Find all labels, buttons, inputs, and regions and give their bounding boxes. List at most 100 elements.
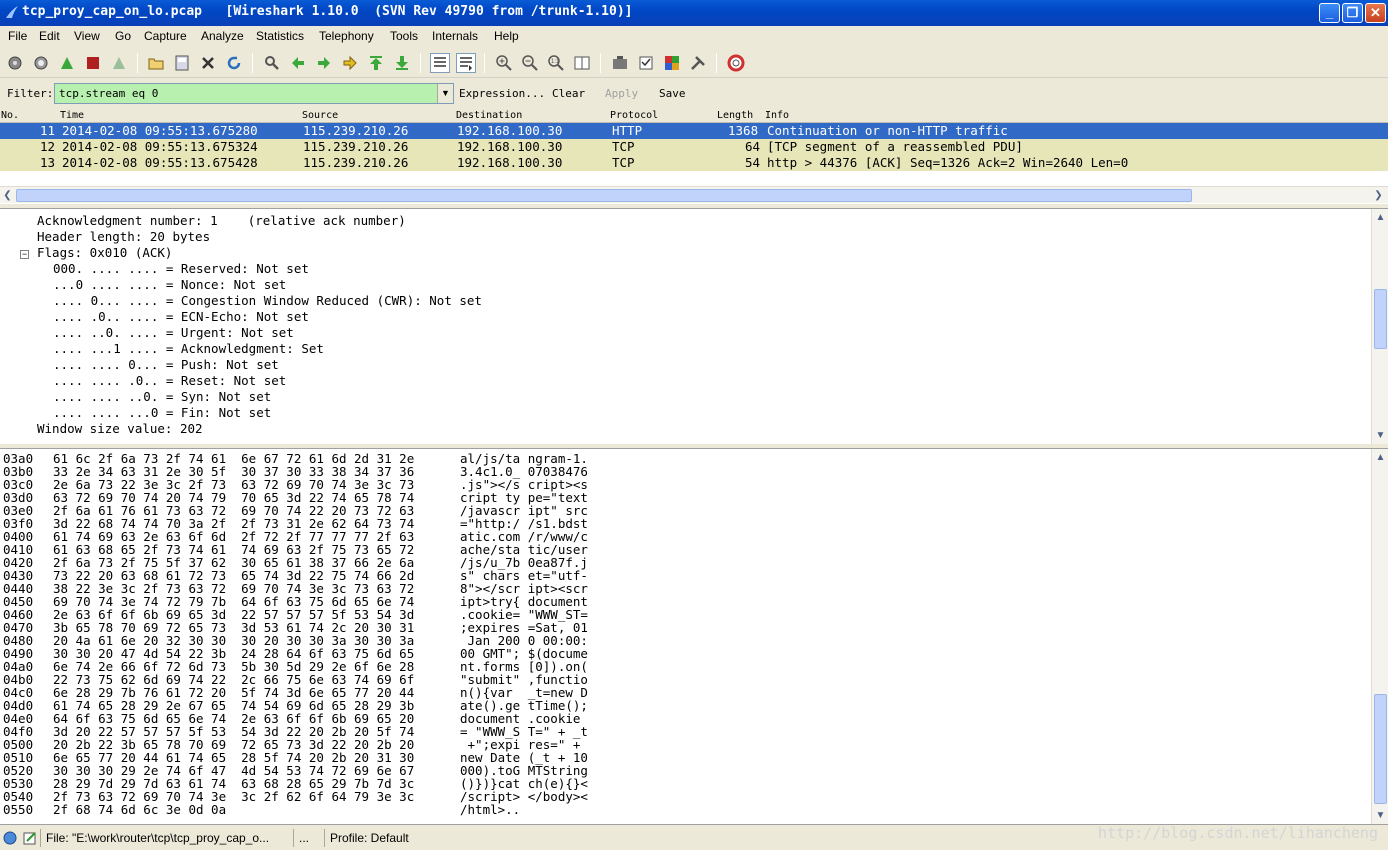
zoom-in-icon[interactable]: [494, 53, 514, 73]
preferences-icon[interactable]: [688, 53, 708, 73]
collapse-icon[interactable]: −: [20, 250, 29, 259]
watermark: http://blog.csdn.net/lihancheng: [1098, 824, 1378, 842]
save-filter-button[interactable]: Save: [659, 87, 686, 100]
flag-ack[interactable]: .... ...1 .... = Acknowledgment: Set: [53, 341, 324, 357]
flag-urgent[interactable]: .... ..0. .... = Urgent: Not set: [53, 325, 294, 341]
scroll-down-icon[interactable]: ▼: [1373, 808, 1388, 823]
scroll-down-icon[interactable]: ▼: [1373, 428, 1388, 443]
interfaces-icon[interactable]: [5, 53, 25, 73]
capture-comments-icon[interactable]: [22, 830, 38, 846]
flag-reset[interactable]: .... .... .0.. = Reset: Not set: [53, 373, 286, 389]
horizontal-scrollbar[interactable]: ❮ ❯: [0, 186, 1388, 203]
filter-input[interactable]: tcp.stream eq 0 ▼: [54, 83, 454, 104]
col-length[interactable]: Length: [717, 110, 753, 121]
save-file-icon[interactable]: [172, 53, 192, 73]
menu-internals[interactable]: Internals: [432, 29, 478, 43]
capture-filters-icon[interactable]: [610, 53, 630, 73]
bytes-scrollbar[interactable]: ▲ ▼: [1371, 449, 1388, 824]
go-to-packet-icon[interactable]: [340, 53, 360, 73]
scroll-right-icon[interactable]: ❯: [1371, 188, 1386, 203]
go-last-icon[interactable]: [392, 53, 412, 73]
col-protocol[interactable]: Protocol: [610, 110, 658, 121]
table-row[interactable]: 11 2014-02-08 09:55:13.675280 115.239.21…: [0, 123, 1388, 139]
flag-push[interactable]: .... .... 0... = Push: Not set: [53, 357, 279, 373]
packet-bytes: ▲ ▼ 03a0 61 6c 2f 6a 73 2f 74 61 6e 67 72…: [0, 448, 1388, 824]
menu-edit[interactable]: Edit: [39, 29, 60, 43]
scroll-up-icon[interactable]: ▲: [1373, 210, 1388, 225]
help-icon[interactable]: [726, 53, 746, 73]
apply-button[interactable]: Apply: [605, 87, 638, 100]
table-row[interactable]: 12 2014-02-08 09:55:13.675324 115.239.21…: [0, 139, 1388, 155]
maximize-button[interactable]: ❐: [1342, 3, 1363, 23]
expert-info-icon[interactable]: [2, 830, 18, 846]
start-capture-icon[interactable]: [57, 53, 77, 73]
col-info[interactable]: Info: [765, 110, 789, 121]
chevron-down-icon[interactable]: ▼: [437, 84, 453, 103]
menu-file[interactable]: File: [8, 29, 27, 43]
stop-capture-icon[interactable]: [83, 53, 103, 73]
expression-button[interactable]: Expression...: [459, 87, 545, 100]
menu-go[interactable]: Go: [115, 29, 131, 43]
zoom-out-icon[interactable]: [520, 53, 540, 73]
colorize-icon[interactable]: [430, 53, 450, 73]
go-back-icon[interactable]: [288, 53, 308, 73]
scroll-thumb[interactable]: [1374, 694, 1387, 804]
go-forward-icon[interactable]: [314, 53, 334, 73]
normal-size-icon[interactable]: 1:1: [546, 53, 566, 73]
open-file-icon[interactable]: [146, 53, 166, 73]
flag-ecn-echo[interactable]: .... .0.. .... = ECN-Echo: Not set: [53, 309, 309, 325]
status-profile[interactable]: Profile: Default: [324, 829, 624, 847]
capture-options-icon[interactable]: [31, 53, 51, 73]
clear-button[interactable]: Clear: [552, 87, 585, 100]
display-filters-icon[interactable]: [636, 53, 656, 73]
resize-columns-icon[interactable]: [572, 53, 592, 73]
detail-window-size[interactable]: Window size value: 202: [37, 421, 203, 437]
menu-statistics[interactable]: Statistics: [256, 29, 304, 43]
scroll-thumb[interactable]: [1374, 289, 1387, 349]
filter-bar: Filter: tcp.stream eq 0 ▼ Expression... …: [0, 78, 1388, 108]
detail-header-length[interactable]: Header length: 20 bytes: [37, 229, 210, 245]
status-packets: ...: [293, 829, 323, 847]
filter-value[interactable]: tcp.stream eq 0: [59, 87, 158, 100]
col-no[interactable]: No.: [1, 110, 19, 121]
detail-ack[interactable]: Acknowledgment number: 1 (relative ack n…: [37, 213, 406, 229]
menu-capture[interactable]: Capture: [144, 29, 187, 43]
menu-telephony[interactable]: Telephony: [319, 29, 374, 43]
col-time[interactable]: Time: [60, 110, 84, 121]
hex-ascii[interactable]: /html>..: [460, 803, 520, 816]
main-toolbar: 1:1: [0, 48, 1388, 78]
scroll-left-icon[interactable]: ❮: [0, 188, 15, 203]
find-packet-icon[interactable]: [262, 53, 282, 73]
packet-list-header: No. Time Source Destination Protocol Len…: [0, 108, 1388, 123]
detail-scrollbar[interactable]: ▲ ▼: [1371, 209, 1388, 444]
col-source[interactable]: Source: [302, 110, 338, 121]
restart-capture-icon[interactable]: [109, 53, 129, 73]
menu-bar: File Edit View Go Capture Analyze Statis…: [0, 26, 1388, 48]
hex-offset[interactable]: 0550: [3, 803, 33, 816]
flag-nonce[interactable]: ...0 .... .... = Nonce: Not set: [53, 277, 286, 293]
table-row[interactable]: 13 2014-02-08 09:55:13.675428 115.239.21…: [0, 155, 1388, 171]
scroll-up-icon[interactable]: ▲: [1373, 450, 1388, 465]
flag-fin[interactable]: .... .... ...0 = Fin: Not set: [53, 405, 271, 421]
coloring-rules-icon[interactable]: [662, 53, 682, 73]
reload-icon[interactable]: [224, 53, 244, 73]
wireshark-fin-icon: [6, 6, 18, 18]
flag-reserved[interactable]: 000. .... .... = Reserved: Not set: [53, 261, 309, 277]
flag-cwr[interactable]: .... 0... .... = Congestion Window Reduc…: [53, 293, 482, 309]
close-button[interactable]: ✕: [1365, 3, 1386, 23]
filter-label: Filter:: [7, 87, 54, 100]
menu-tools[interactable]: Tools: [390, 29, 418, 43]
auto-scroll-icon[interactable]: [456, 53, 476, 73]
menu-analyze[interactable]: Analyze: [201, 29, 244, 43]
go-first-icon[interactable]: [366, 53, 386, 73]
menu-help[interactable]: Help: [494, 29, 519, 43]
hex-bytes[interactable]: 2f 68 74 6d 6c 3e 0d 0a: [53, 803, 226, 816]
scroll-thumb[interactable]: [16, 189, 1192, 202]
flag-syn[interactable]: .... .... ..0. = Syn: Not set: [53, 389, 271, 405]
close-file-icon[interactable]: [198, 53, 218, 73]
packet-details: Acknowledgment number: 1 (relative ack n…: [0, 208, 1388, 444]
menu-view[interactable]: View: [74, 29, 100, 43]
col-destination[interactable]: Destination: [456, 110, 522, 121]
minimize-button[interactable]: _: [1319, 3, 1340, 23]
detail-flags[interactable]: Flags: 0x010 (ACK): [37, 245, 172, 261]
